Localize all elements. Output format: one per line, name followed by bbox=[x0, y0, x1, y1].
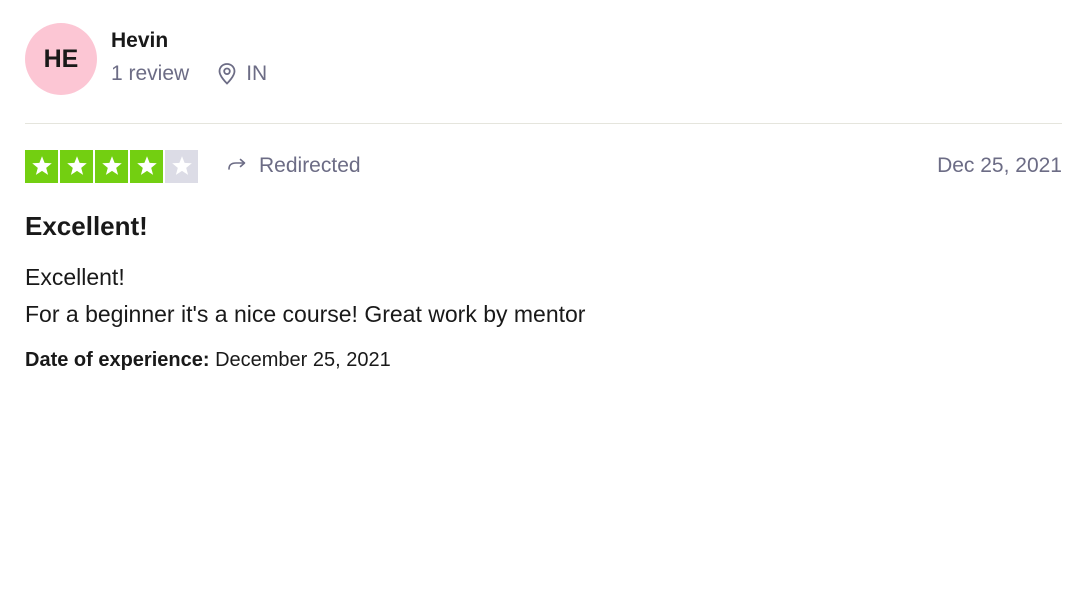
review-body: Excellent! For a beginner it's a nice co… bbox=[25, 259, 585, 333]
star-icon bbox=[31, 156, 52, 175]
star-icon bbox=[136, 156, 157, 175]
review-body-line: Excellent! bbox=[25, 264, 125, 290]
consumer-meta: 1 review IN bbox=[111, 61, 267, 87]
redirect-arrow-icon bbox=[228, 158, 246, 170]
star-filled bbox=[25, 149, 58, 183]
star-filled bbox=[60, 149, 93, 183]
star-rating bbox=[25, 149, 198, 183]
consumer-details: Hevin 1 review IN bbox=[111, 23, 267, 87]
star-icon bbox=[171, 156, 192, 175]
verification-label[interactable]: Redirected bbox=[226, 154, 361, 178]
star-filled bbox=[95, 149, 128, 183]
avatar-initials: HE bbox=[43, 44, 79, 73]
divider bbox=[25, 123, 1062, 124]
country-code: IN bbox=[246, 62, 268, 85]
consumer-location: IN bbox=[217, 61, 267, 87]
experience-date: December 25, 2021 bbox=[215, 349, 391, 371]
rating-row: Redirected Dec 25, 2021 bbox=[25, 149, 1062, 183]
review-count: 1 review bbox=[111, 62, 190, 85]
review-body-line: For a beginner it's a nice course! Great… bbox=[25, 301, 586, 327]
review-card: HE Hevin 1 review IN Redirected Dec 25, … bbox=[25, 23, 1062, 371]
avatar[interactable]: HE bbox=[25, 23, 97, 95]
experience-label: Date of experience: bbox=[25, 349, 210, 371]
consumer-name[interactable]: Hevin bbox=[111, 28, 267, 54]
date-of-experience: Date of experience: December 25, 2021 bbox=[25, 347, 391, 373]
verification-text: Redirected bbox=[259, 154, 361, 177]
consumer-info: HE Hevin 1 review IN bbox=[25, 23, 1062, 96]
review-title[interactable]: Excellent! bbox=[25, 209, 148, 243]
star-filled bbox=[130, 149, 163, 183]
review-date: Dec 25, 2021 bbox=[937, 154, 1062, 177]
star-icon bbox=[101, 156, 122, 175]
location-pin-icon bbox=[218, 63, 236, 85]
star-icon bbox=[66, 156, 87, 175]
star-empty bbox=[165, 149, 198, 183]
